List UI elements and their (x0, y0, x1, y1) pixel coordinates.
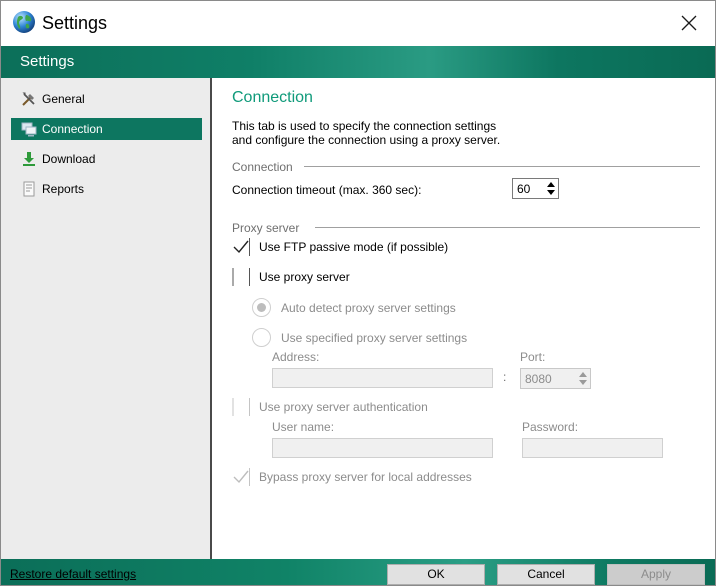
proxy-group-label: Proxy server (232, 221, 300, 235)
timeout-spinner[interactable]: 60 (512, 178, 559, 199)
use-specified-label: Use specified proxy server settings (281, 330, 468, 345)
restore-defaults-link[interactable]: Restore default settings (10, 567, 136, 581)
bypass-local-checkbox[interactable]: Bypass proxy server for local addresses (232, 468, 472, 486)
close-icon (681, 15, 697, 31)
use-specified-radio[interactable]: Use specified proxy server settings (252, 328, 467, 347)
radio-empty-icon (252, 328, 271, 347)
password-label: Password: (522, 420, 579, 434)
spin-arrows-icon[interactable] (576, 369, 590, 388)
password-input[interactable] (522, 438, 663, 458)
timeout-label: Connection timeout (max. 360 sec): (232, 183, 422, 197)
tools-icon (21, 91, 37, 107)
report-document-icon (21, 181, 37, 197)
username-label: User name: (272, 420, 335, 434)
port-spinner[interactable]: 8080 (520, 368, 591, 389)
port-label: Port: (520, 350, 546, 364)
address-input[interactable] (272, 368, 493, 388)
close-button[interactable] (669, 7, 709, 39)
auto-detect-radio[interactable]: Auto detect proxy server settings (252, 298, 456, 317)
bypass-local-label: Bypass proxy server for local addresses (259, 470, 472, 484)
ftp-passive-checkbox[interactable]: Use FTP passive mode (if possible) (232, 238, 448, 256)
settings-window: Settings Settings General Connection Dow… (0, 0, 716, 586)
sidebar-item-label: Connection (42, 122, 103, 136)
proxy-auth-checkbox[interactable]: Use proxy server authentication (232, 398, 428, 416)
timeout-value: 60 (517, 182, 531, 196)
network-icon (21, 121, 37, 137)
use-proxy-label: Use proxy server (259, 270, 350, 284)
checkmark-icon (232, 238, 250, 256)
page-title: Connection (232, 89, 313, 106)
cancel-button[interactable]: Cancel (497, 564, 595, 585)
radio-selected-icon (252, 298, 271, 317)
port-value: 8080 (525, 372, 552, 386)
apply-button[interactable]: Apply (607, 564, 705, 585)
connection-panel: Connection This tab is used to specify t… (214, 78, 715, 559)
connection-group-divider (304, 166, 700, 167)
sidebar-item-label: General (42, 92, 85, 106)
sidebar: General Connection Download Reports (1, 78, 212, 559)
globe-icon (12, 10, 36, 34)
sidebar-item-download[interactable]: Download (11, 148, 202, 170)
sidebar-item-connection[interactable]: Connection (11, 118, 202, 140)
header-title: Settings (20, 53, 75, 70)
download-arrow-icon (21, 151, 37, 167)
address-label: Address: (272, 350, 320, 364)
checkbox-icon (232, 268, 250, 286)
checkbox-icon (232, 398, 250, 416)
proxy-auth-label: Use proxy server authentication (259, 400, 428, 414)
sidebar-item-reports[interactable]: Reports (11, 178, 202, 200)
proxy-group-divider (315, 227, 700, 228)
username-input[interactable] (272, 438, 493, 458)
sidebar-item-label: Reports (42, 182, 85, 196)
window-title: Settings (42, 13, 108, 33)
sidebar-item-label: Download (42, 152, 96, 166)
sidebar-item-general[interactable]: General (11, 88, 202, 110)
address-port-separator: : (503, 370, 507, 384)
footer-bar: Restore default settings OK Cancel Apply (1, 559, 715, 585)
title-bar: Settings (1, 1, 715, 46)
connection-group-label: Connection (232, 160, 293, 174)
use-proxy-checkbox[interactable]: Use proxy server (232, 268, 350, 286)
ftp-passive-label: Use FTP passive mode (if possible) (259, 240, 449, 254)
checkmark-icon (232, 468, 250, 486)
header-band: Settings (1, 46, 715, 78)
ok-button[interactable]: OK (387, 564, 485, 585)
page-description: This tab is used to specify the connecti… (232, 119, 501, 147)
spin-arrows-icon[interactable] (544, 179, 558, 198)
auto-detect-label: Auto detect proxy server settings (281, 300, 456, 315)
